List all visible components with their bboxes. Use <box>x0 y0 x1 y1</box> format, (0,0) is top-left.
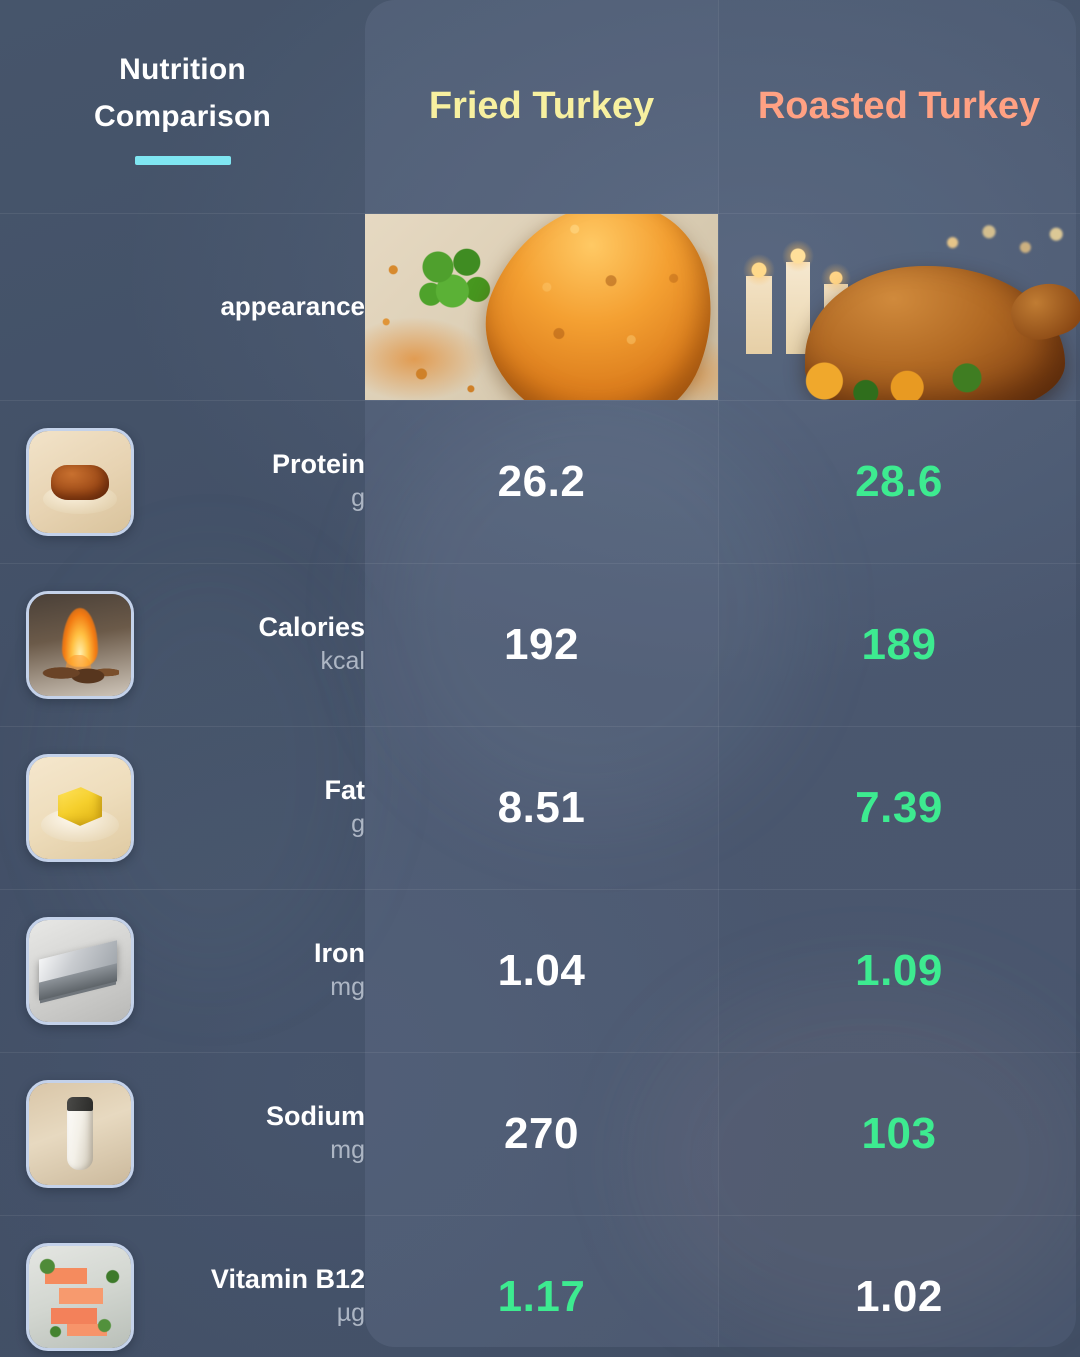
roasted-turkey-photo <box>718 214 1080 400</box>
value-cell-fried: 1.17 <box>365 1215 718 1357</box>
value-cell-roasted: 28.6 <box>718 400 1080 564</box>
table-row: Sodium mg 270 103 <box>0 1052 1080 1216</box>
value-cell-fried: 270 <box>365 1052 718 1216</box>
metric-label-cell: Iron mg <box>0 889 365 1053</box>
page-title: Nutrition Comparison <box>0 0 365 214</box>
appearance-row-label: appearance <box>0 213 365 401</box>
table-row: Vitamin B12 µg 1.17 1.02 <box>0 1215 1080 1357</box>
page-title-line-2: Comparison <box>93 99 272 133</box>
table-row: Iron mg 1.04 1.09 <box>0 889 1080 1053</box>
metal-ingot-icon <box>26 916 134 1025</box>
steak-icon <box>26 427 134 536</box>
table-row: Calories kcal 192 189 <box>0 563 1080 727</box>
metric-label-cell: Sodium mg <box>0 1052 365 1216</box>
metric-label-cell: Protein g <box>0 400 365 564</box>
value-cell-roasted: 7.39 <box>718 726 1080 890</box>
appearance-row: appearance <box>0 213 1080 401</box>
table-row: Fat g 8.51 7.39 <box>0 726 1080 890</box>
value-cell-roasted: 189 <box>718 563 1080 727</box>
value-fried: 8.51 <box>497 782 586 832</box>
value-cell-fried: 26.2 <box>365 400 718 564</box>
value-cell-roasted: 1.02 <box>718 1215 1080 1357</box>
value-fried: 270 <box>504 1108 579 1158</box>
value-roasted: 28.6 <box>855 456 943 506</box>
value-roasted: 103 <box>861 1108 937 1158</box>
nutrition-comparison-table: Nutrition Comparison Fried Turkey Roaste… <box>0 0 1080 1357</box>
value-fried: 192 <box>504 619 579 669</box>
value-roasted: 1.02 <box>855 1271 943 1321</box>
title-accent-rule <box>134 156 231 166</box>
metric-label-cell: Calories kcal <box>0 563 365 727</box>
campfire-icon <box>26 590 134 699</box>
page-title-line-1: Nutrition <box>119 53 246 87</box>
table-header-row: Nutrition Comparison Fried Turkey Roaste… <box>0 0 1080 214</box>
metric-label-cell: Vitamin B12 µg <box>0 1215 365 1357</box>
column-header-roasted[interactable]: Roasted Turkey <box>718 0 1080 214</box>
appearance-cell-fried <box>365 213 718 401</box>
orange-garnish-decor <box>783 354 1014 400</box>
metric-label-cell: Fat g <box>0 726 365 890</box>
nutrition-comparison-page: Nutrition Comparison Fried Turkey Roaste… <box>0 0 1080 1357</box>
appearance-cell-roasted <box>718 213 1080 401</box>
value-roasted: 189 <box>861 619 937 669</box>
column-header-fried[interactable]: Fried Turkey <box>365 0 718 214</box>
value-roasted: 7.39 <box>855 782 943 832</box>
fried-turkey-photo <box>365 213 718 400</box>
value-roasted: 1.09 <box>855 945 943 995</box>
salt-shaker-icon <box>26 1079 134 1188</box>
value-cell-fried: 8.51 <box>365 726 718 890</box>
butter-icon <box>26 753 134 862</box>
column-header-roasted-label: Roasted Turkey <box>757 85 1041 128</box>
value-fried: 1.17 <box>497 1271 586 1321</box>
value-cell-fried: 1.04 <box>365 889 718 1053</box>
value-cell-fried: 192 <box>365 563 718 727</box>
column-header-fried-label: Fried Turkey <box>428 85 655 128</box>
salmon-sashimi-icon <box>26 1242 134 1351</box>
value-cell-roasted: 103 <box>718 1052 1080 1216</box>
value-fried: 1.04 <box>497 945 586 995</box>
value-cell-roasted: 1.09 <box>718 889 1080 1053</box>
value-fried: 26.2 <box>497 456 586 506</box>
table-row: Protein g 26.2 28.6 <box>0 400 1080 564</box>
